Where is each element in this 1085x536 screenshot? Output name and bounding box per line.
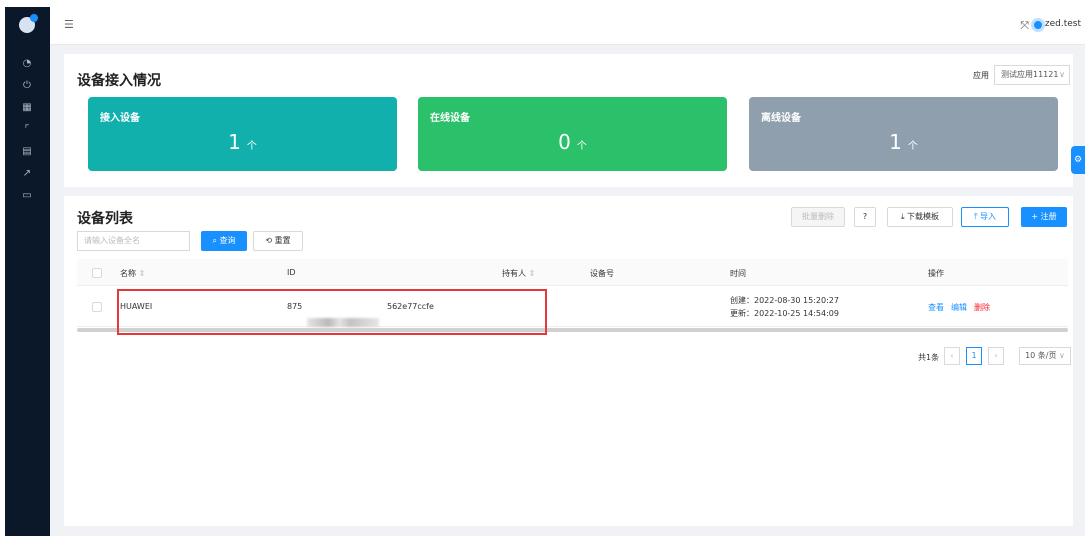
app-label: 应用 <box>973 71 989 80</box>
app-select[interactable]: 测试应用11121 ∨ <box>994 65 1070 85</box>
trend-icon[interactable]: ↗ <box>20 167 34 181</box>
page-size-select[interactable]: 10 条/页 ∨ <box>1019 347 1071 365</box>
app-frame: ◔ ⏻ ▦ ⌜ ▤ ↗ ▭ ☰ ⤧ zed.test 设备接入情况 应用 测试应… <box>5 7 1085 536</box>
reset-button[interactable]: ⟲ 重置 <box>253 231 303 251</box>
register-button[interactable]: + 注册 <box>1021 207 1067 227</box>
dashboard-icon[interactable]: ◔ <box>20 57 34 71</box>
top-bar: ☰ ⤧ zed.test <box>50 7 1085 45</box>
import-button[interactable]: ⤒ 导入 <box>961 207 1009 227</box>
card-label: 离线设备 <box>761 113 801 124</box>
overview-title: 设备接入情况 <box>77 73 161 89</box>
row-checkbox[interactable] <box>92 302 102 312</box>
chevron-down-icon: ∨ <box>1059 70 1065 79</box>
document-icon[interactable]: ▭ <box>20 189 34 203</box>
edit-link[interactable]: 编辑 <box>951 302 967 313</box>
sidebar: ◔ ⏻ ▦ ⌜ ▤ ↗ ▭ <box>5 7 50 536</box>
logo <box>19 14 38 33</box>
sort-icon: ⇕ <box>528 269 536 278</box>
fullscreen-icon[interactable]: ⤧ <box>1020 19 1029 33</box>
column-name[interactable]: 名称 ⇕ <box>120 268 145 279</box>
card-offline: 离线设备 1个 <box>749 97 1058 171</box>
row-created: 创建：2022-08-30 15:20:27 <box>730 296 839 305</box>
card-count: 0个 <box>558 130 587 154</box>
delete-link[interactable]: 删除 <box>974 302 990 313</box>
view-link[interactable]: 查看 <box>928 302 944 313</box>
next-page-icon[interactable]: › <box>988 347 1004 365</box>
card-label: 在线设备 <box>430 113 470 124</box>
column-device-no: 设备号 <box>590 269 614 278</box>
menu-fold-icon[interactable]: ☰ <box>64 19 76 31</box>
prev-page-icon[interactable]: ‹ <box>944 347 960 365</box>
batch-delete-button[interactable]: 批量删除 <box>791 207 845 227</box>
scan-icon[interactable]: ⌜ <box>20 123 34 137</box>
card-count: 1个 <box>889 130 918 154</box>
device-list-icon[interactable]: ▤ <box>20 145 34 159</box>
help-icon[interactable]: ? <box>854 207 876 227</box>
select-all-checkbox[interactable] <box>92 268 102 278</box>
page-1-button[interactable]: 1 <box>966 347 982 365</box>
column-time: 时间 <box>730 269 746 278</box>
avatar[interactable] <box>1031 18 1045 32</box>
power-icon[interactable]: ⏻ <box>20 79 34 93</box>
sort-icon: ⇕ <box>138 269 146 278</box>
column-id: ID <box>287 268 296 277</box>
device-list-title: 设备列表 <box>77 211 133 227</box>
card-online: 在线设备 0个 <box>418 97 727 171</box>
settings-gear-icon[interactable]: ⚙ <box>1071 146 1085 174</box>
column-actions: 操作 <box>928 269 944 278</box>
chevron-down-icon: ∨ <box>1059 351 1065 360</box>
table-header: 名称 ⇕ ID 持有人 ⇕ 设备号 时间 操作 <box>77 259 1068 286</box>
query-button[interactable]: ⌕ 查询 <box>201 231 247 251</box>
app-select-value: 测试应用11121 <box>1001 70 1059 79</box>
search-input[interactable]: 请输入设备全名 <box>77 231 190 251</box>
username[interactable]: zed.test <box>1045 19 1081 29</box>
card-count: 1个 <box>228 130 257 154</box>
row-updated: 更新：2022-10-25 14:54:09 <box>730 309 839 318</box>
download-template-button[interactable]: ⤓ 下载模板 <box>887 207 953 227</box>
highlight-box <box>117 289 547 335</box>
column-holder[interactable]: 持有人 ⇕ <box>502 268 535 279</box>
card-connected: 接入设备 1个 <box>88 97 397 171</box>
grid-icon[interactable]: ▦ <box>20 101 34 115</box>
pagination-total: 共1条 <box>918 353 940 362</box>
card-label: 接入设备 <box>100 113 140 124</box>
